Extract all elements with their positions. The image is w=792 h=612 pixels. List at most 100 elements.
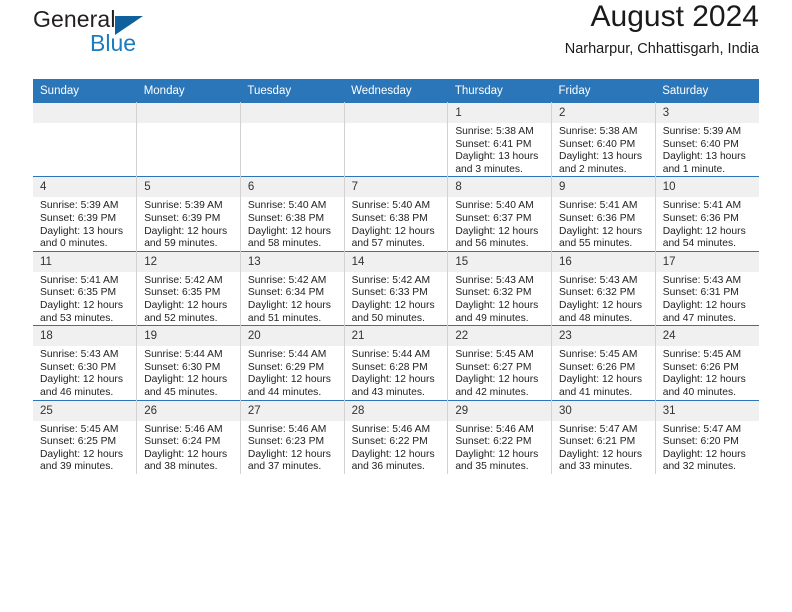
sun-info: Sunrise: 5:42 AM Sunset: 6:33 PM Daylight:… [345, 272, 448, 325]
calendar-day-cell[interactable]: 10 Sunrise: 5:41 AM Sunset: 6:36 PM Dayligh… [655, 176, 759, 252]
sunset-text: Sunset: 6:38 PM [351, 212, 428, 224]
calendar-day-cell[interactable]: 6 Sunrise: 5:40 AM Sunset: 6:38 PM Daylight… [240, 176, 345, 252]
sun-info: Sunrise: 5:40 AM Sunset: 6:38 PM Daylight:… [345, 197, 448, 250]
sunrise-text: Sunrise: 5:44 AM [144, 349, 223, 361]
sunset-text: Sunset: 6:35 PM [144, 287, 221, 299]
day-number: 2 [552, 103, 655, 123]
calendar-day-cell[interactable]: 25 Sunrise: 5:45 AM Sunset: 6:25 PM Dayligh… [33, 399, 138, 474]
sun-info: Sunrise: 5:46 AM Sunset: 6:22 PM Daylight:… [448, 421, 551, 474]
sunset-text: Sunset: 6:33 PM [351, 287, 428, 299]
daylight-text: Daylight: 12 hours and 57 minutes. [351, 225, 435, 250]
sunrise-text: Sunrise: 5:44 AM [351, 349, 431, 361]
daylight-text: Daylight: 13 hours and 2 minutes. [559, 151, 643, 175]
weekday-header-row: Sunday Monday Tuesday Wednesday Thursday… [33, 79, 759, 103]
calendar-day-cell[interactable]: 24 Sunrise: 5:45 AM Sunset: 6:26 PM Dayligh… [655, 325, 759, 400]
sunset-text: Sunset: 6:30 PM [40, 361, 117, 373]
sunrise-text: Sunrise: 5:45 AM [662, 349, 742, 361]
calendar-day-cell[interactable]: 22 Sunrise: 5:45 AM Sunset: 6:27 PM Dayligh… [447, 325, 553, 400]
sunrise-text: Sunrise: 5:43 AM [662, 274, 742, 286]
daylight-text: Daylight: 12 hours and 45 minutes. [144, 374, 228, 398]
calendar-page: General Blue August 2024 Narharpur, Chha… [0, 0, 792, 612]
calendar-day-cell-empty [344, 101, 449, 177]
sunrise-text: Sunrise: 5:42 AM [351, 274, 431, 286]
sunrise-text: Sunrise: 5:43 AM [40, 349, 119, 361]
calendar-day-cell[interactable]: 14 Sunrise: 5:42 AM Sunset: 6:33 PM Dayligh… [344, 250, 449, 326]
sun-info: Sunrise: 5:41 AM Sunset: 6:36 PM Daylight:… [656, 197, 759, 250]
calendar-day-cell[interactable]: 8 Sunrise: 5:40 AM Sunset: 6:37 PM Daylight… [447, 176, 553, 252]
logo-text-blue: Blue [90, 30, 137, 56]
weekday-header-saturday: Saturday [655, 79, 759, 103]
sunset-text: Sunset: 6:26 PM [662, 361, 739, 373]
sunset-text: Sunset: 6:25 PM [40, 436, 117, 448]
calendar-day-cell[interactable]: 13 Sunrise: 5:42 AM Sunset: 6:34 PM Dayligh… [240, 250, 345, 326]
sunset-text: Sunset: 6:34 PM [247, 287, 325, 299]
sun-info: Sunrise: 5:44 AM Sunset: 6:29 PM Daylight:… [241, 346, 344, 399]
calendar-day-cell[interactable]: 9 Sunrise: 5:41 AM Sunset: 6:36 PM Daylight… [551, 176, 656, 252]
sun-info: Sunrise: 5:38 AM Sunset: 6:40 PM Daylight:… [552, 123, 655, 176]
calendar-day-cell[interactable]: 11 Sunrise: 5:41 AM Sunset: 6:35 PM Dayligh… [33, 250, 138, 326]
calendar-day-cell[interactable]: 16 Sunrise: 5:43 AM Sunset: 6:32 PM Dayligh… [551, 250, 656, 326]
calendar-day-cell[interactable]: 18 Sunrise: 5:43 AM Sunset: 6:30 PM Dayligh… [33, 325, 138, 400]
sunrise-text: Sunrise: 5:38 AM [559, 126, 638, 137]
sunrise-text: Sunrise: 5:41 AM [40, 274, 119, 286]
day-number: 1 [448, 103, 552, 123]
sunrise-text: Sunrise: 5:43 AM [559, 274, 638, 286]
calendar-day-cell[interactable]: 5 Sunrise: 5:39 AM Sunset: 6:39 PM Daylight… [136, 176, 241, 252]
calendar-day-cell[interactable]: 27 Sunrise: 5:46 AM Sunset: 6:23 PM Dayligh… [240, 399, 345, 474]
calendar-day-cell[interactable]: 28 Sunrise: 5:46 AM Sunset: 6:22 PM Dayligh… [344, 399, 449, 474]
sun-info: Sunrise: 5:40 AM Sunset: 6:38 PM Daylight:… [241, 197, 344, 250]
calendar-day-cell[interactable]: 19 Sunrise: 5:44 AM Sunset: 6:30 PM Dayligh… [136, 325, 241, 400]
calendar-day-cell[interactable]: 29 Sunrise: 5:46 AM Sunset: 6:22 PM Dayligh… [447, 399, 553, 474]
sunrise-text: Sunrise: 5:41 AM [662, 200, 742, 212]
calendar-day-cell[interactable]: 7 Sunrise: 5:40 AM Sunset: 6:38 PM Daylight… [344, 176, 449, 252]
weekday-header-tuesday: Tuesday [240, 79, 345, 103]
daylight-text: Daylight: 12 hours and 53 minutes. [40, 299, 123, 324]
calendar-day-cell[interactable]: 1 Sunrise: 5:38 AM Sunset: 6:41 PM Daylight… [447, 101, 553, 177]
daylight-text: Daylight: 13 hours and 1 minute. [662, 151, 746, 175]
calendar-day-cell[interactable]: 17 Sunrise: 5:43 AM Sunset: 6:31 PM Dayligh… [655, 250, 759, 326]
calendar-day-cell[interactable]: 2 Sunrise: 5:38 AM Sunset: 6:40 PM Daylight… [551, 101, 656, 177]
calendar-day-cell[interactable]: 21 Sunrise: 5:44 AM Sunset: 6:28 PM Dayligh… [344, 325, 449, 400]
daylight-text: Daylight: 12 hours and 51 minutes. [247, 299, 331, 324]
sunset-text: Sunset: 6:26 PM [559, 361, 636, 373]
day-number: 18 [33, 326, 137, 347]
day-number [137, 103, 240, 123]
day-number: 23 [552, 326, 655, 347]
sun-info: Sunrise: 5:43 AM Sunset: 6:31 PM Daylight:… [656, 272, 759, 325]
day-number: 27 [240, 400, 344, 421]
sun-info: Sunrise: 5:38 AM Sunset: 6:41 PM Daylight:… [448, 123, 551, 176]
calendar-body: 1 Sunrise: 5:38 AM Sunset: 6:41 PM Daylight… [33, 101, 759, 474]
day-number: 14 [344, 251, 448, 272]
calendar-week-row: 11 Sunrise: 5:41 AM Sunset: 6:35 PM Dayligh… [33, 250, 759, 326]
calendar-day-cell[interactable]: 20 Sunrise: 5:44 AM Sunset: 6:29 PM Dayligh… [240, 325, 345, 400]
daylight-text: Daylight: 12 hours and 44 minutes. [247, 374, 331, 398]
sunrise-text: Sunrise: 5:40 AM [351, 200, 431, 212]
weekday-header-wednesday: Wednesday [344, 79, 448, 103]
day-number: 22 [448, 326, 552, 347]
calendar-day-cell[interactable]: 3 Sunrise: 5:39 AM Sunset: 6:40 PM Daylight… [655, 101, 759, 177]
daylight-text: Daylight: 12 hours and 59 minutes. [144, 225, 228, 250]
daylight-text: Daylight: 12 hours and 43 minutes. [351, 374, 435, 398]
sun-info: Sunrise: 5:45 AM Sunset: 6:25 PM Daylight:… [33, 421, 136, 474]
calendar-day-cell[interactable]: 30 Sunrise: 5:47 AM Sunset: 6:21 PM Dayligh… [551, 399, 656, 474]
daylight-text: Daylight: 12 hours and 32 minutes. [662, 448, 746, 473]
calendar-day-cell[interactable]: 23 Sunrise: 5:45 AM Sunset: 6:26 PM Dayligh… [551, 325, 656, 400]
calendar-day-cell[interactable]: 15 Sunrise: 5:43 AM Sunset: 6:32 PM Dayligh… [447, 250, 553, 326]
daylight-text: Daylight: 12 hours and 39 minutes. [40, 448, 123, 473]
calendar-day-cell[interactable]: 31 Sunrise: 5:47 AM Sunset: 6:20 PM Dayligh… [655, 399, 759, 474]
sun-info: Sunrise: 5:45 AM Sunset: 6:26 PM Daylight:… [656, 346, 759, 399]
day-number: 13 [240, 251, 344, 272]
sunrise-text: Sunrise: 5:42 AM [144, 274, 223, 286]
calendar-day-cell[interactable]: 4 Sunrise: 5:39 AM Sunset: 6:39 PM Daylight… [33, 176, 138, 252]
daylight-text: Daylight: 12 hours and 54 minutes. [662, 225, 746, 250]
sunrise-text: Sunrise: 5:38 AM [455, 126, 534, 137]
sunrise-text: Sunrise: 5:47 AM [559, 423, 638, 435]
calendar-day-cell[interactable]: 26 Sunrise: 5:46 AM Sunset: 6:24 PM Dayligh… [136, 399, 241, 474]
sunset-text: Sunset: 6:24 PM [144, 436, 221, 448]
sunrise-text: Sunrise: 5:46 AM [351, 423, 431, 435]
daylight-text: Daylight: 12 hours and 49 minutes. [455, 299, 539, 324]
page-title: August 2024 [590, 0, 759, 33]
calendar-day-cell[interactable]: 12 Sunrise: 5:42 AM Sunset: 6:35 PM Dayligh… [136, 250, 241, 326]
sunset-text: Sunset: 6:36 PM [662, 212, 739, 224]
general-blue-logo[interactable]: General Blue [33, 6, 233, 62]
